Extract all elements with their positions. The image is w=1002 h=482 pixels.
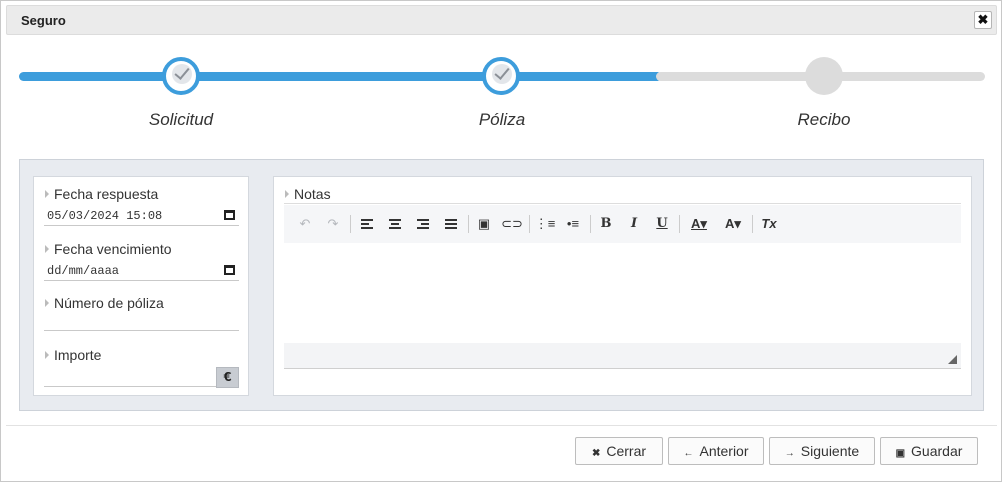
close-icon[interactable]: ✖ [974, 11, 992, 29]
fecha-respuesta-label: Fecha respuesta [44, 186, 239, 202]
editor-toolbar: ↶ ↷ ▣ ⊂⊃ ⋮≡ •≡ B I U A▾ A▾ Tx [284, 205, 961, 243]
step-recibo-indicator[interactable] [805, 57, 843, 95]
importe-label: Importe [44, 347, 239, 363]
toolbar-separator [529, 215, 530, 233]
rich-text-editor: ↶ ↷ ▣ ⊂⊃ ⋮≡ •≡ B I U A▾ A▾ Tx [284, 203, 961, 369]
align-right-icon[interactable] [412, 215, 434, 233]
close-icon: ✖ [591, 448, 601, 459]
calendar-icon[interactable] [224, 265, 235, 275]
fecha-respuesta-input[interactable]: 05/03/2024 15:08 [44, 204, 239, 226]
image-icon[interactable]: ▣ [473, 215, 495, 233]
cerrar-label: Cerrar [606, 443, 647, 459]
bullet-list-icon[interactable]: •≡ [562, 215, 584, 233]
numero-poliza-input[interactable] [44, 309, 239, 331]
euro-addon: € [216, 367, 239, 388]
notes-editor-content[interactable] [284, 243, 961, 343]
step-label-recibo: Recibo [797, 110, 851, 129]
toolbar-separator [590, 215, 591, 233]
guardar-button[interactable]: ▣ Guardar [880, 437, 978, 465]
siguiente-label: Siguiente [800, 443, 860, 459]
text-color-icon[interactable]: A▾ [686, 215, 712, 233]
fecha-vencimiento-placeholder: dd/mm/aaaa [47, 264, 120, 278]
fecha-respuesta-value: 05/03/2024 15:08 [47, 209, 163, 223]
step-label-solicitud: Solicitud [148, 110, 214, 129]
underline-icon[interactable]: U [651, 215, 673, 233]
fields-column: Fecha respuesta 05/03/2024 15:08 Fecha v… [33, 176, 249, 396]
cerrar-button[interactable]: ✖ Cerrar [575, 437, 663, 465]
dialog-title: Seguro [21, 13, 66, 28]
toolbar-separator [468, 215, 469, 233]
editor-statusbar [284, 343, 961, 369]
toolbar-separator [350, 215, 351, 233]
toolbar-separator [679, 215, 680, 233]
clear-format-icon[interactable]: Tx [758, 215, 780, 233]
importe-input[interactable]: € [44, 365, 239, 388]
form-panel: Fecha respuesta 05/03/2024 15:08 Fecha v… [19, 159, 984, 411]
align-justify-icon[interactable] [440, 215, 462, 233]
progress-stepper: Solicitud Póliza Recibo [1, 51, 1002, 141]
step-solicitud-indicator[interactable] [162, 57, 200, 95]
importe-field: Importe € [44, 347, 239, 388]
numero-poliza-field: Número de póliza [44, 295, 239, 331]
fecha-vencimiento-field: Fecha vencimiento dd/mm/aaaa [44, 241, 239, 281]
footer-divider [6, 425, 997, 426]
background-color-icon[interactable]: A▾ [720, 215, 746, 233]
bold-icon[interactable]: B [595, 215, 617, 233]
arrow-right-icon: → [784, 448, 795, 459]
align-center-icon[interactable] [384, 215, 406, 233]
step-poliza-indicator[interactable] [482, 57, 520, 95]
resize-handle-icon[interactable] [948, 355, 957, 364]
check-icon [172, 64, 192, 84]
fecha-vencimiento-input[interactable]: dd/mm/aaaa [44, 259, 239, 281]
italic-icon[interactable]: I [623, 215, 645, 233]
anterior-button[interactable]: ← Anterior [668, 437, 764, 465]
fecha-vencimiento-label: Fecha vencimiento [44, 241, 239, 257]
dialog-titlebar: Seguro ✖ [6, 5, 997, 35]
guardar-label: Guardar [911, 443, 963, 459]
align-left-icon[interactable] [356, 215, 378, 233]
fecha-respuesta-field: Fecha respuesta 05/03/2024 15:08 [44, 186, 239, 226]
link-icon[interactable]: ⊂⊃ [501, 215, 523, 233]
check-icon [492, 64, 512, 84]
arrow-left-icon: ← [683, 448, 694, 459]
calendar-icon[interactable] [224, 210, 235, 220]
step-label-poliza: Póliza [478, 110, 526, 129]
stepper-track-completed [19, 72, 662, 81]
undo-icon[interactable]: ↶ [294, 215, 316, 233]
notes-section: Notas ↶ ↷ ▣ ⊂⊃ ⋮≡ •≡ B I U A▾ A▾ Tx [273, 176, 972, 396]
siguiente-button[interactable]: → Siguiente [769, 437, 875, 465]
redo-icon[interactable]: ↷ [322, 215, 344, 233]
anterior-label: Anterior [699, 443, 749, 459]
ordered-list-icon[interactable]: ⋮≡ [534, 215, 556, 233]
toolbar-separator [752, 215, 753, 233]
insurance-dialog: Seguro ✖ Solicitud Póliza Recibo Fecha r… [0, 0, 1002, 482]
save-icon: ▣ [895, 448, 906, 459]
notes-label: Notas [284, 186, 331, 202]
